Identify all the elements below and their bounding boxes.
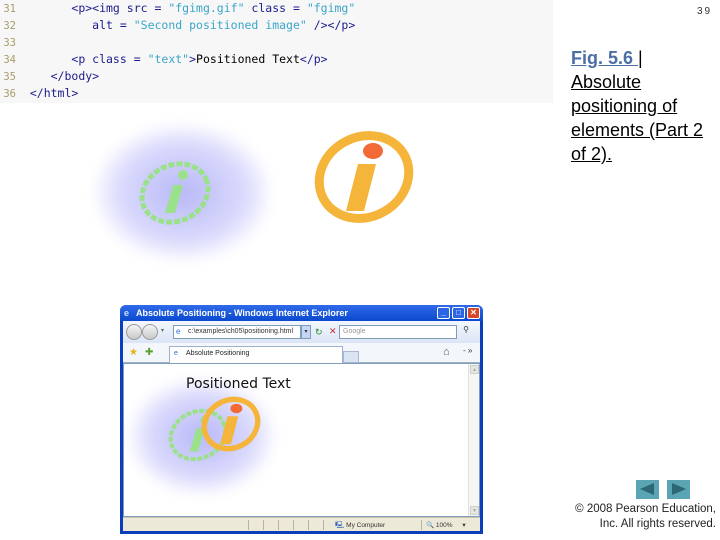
code-token: > xyxy=(189,52,197,66)
code-token: Positioned Text xyxy=(196,52,300,66)
zoom-icon: 🔍 xyxy=(426,522,435,529)
page-icon: e xyxy=(176,327,181,336)
code-token: <p class = xyxy=(71,52,148,66)
search-icon[interactable]: ⚲ xyxy=(459,325,473,339)
line-number: 36 xyxy=(3,88,16,100)
code-line: 31 <p><img src = "fgimg.gif" class = "fg… xyxy=(0,0,355,17)
scroll-up-arrow[interactable]: ▲ xyxy=(470,365,479,374)
copyright-notice: © 2008 Pearson Education, Inc. All right… xyxy=(560,502,716,532)
minimize-button[interactable]: _ xyxy=(437,307,450,319)
home-icon[interactable]: ⌂ xyxy=(443,346,450,358)
tab-absolute-positioning[interactable]: e Absolute Positioning xyxy=(169,346,343,363)
orange-info-icon xyxy=(201,396,261,452)
add-favorites-icon[interactable]: ✚ xyxy=(145,347,153,358)
line-number: 31 xyxy=(3,3,16,15)
back-button[interactable] xyxy=(126,324,142,340)
code-token: "fgimg.gif" xyxy=(168,1,245,15)
code-line: 33 xyxy=(0,34,30,51)
scroll-down-arrow[interactable]: ▼ xyxy=(470,506,479,515)
previous-slide-button[interactable] xyxy=(636,480,659,499)
figure-link[interactable]: Fig. 5.6 xyxy=(571,48,638,68)
code-token: <p><img src = xyxy=(71,1,169,15)
new-tab-button[interactable] xyxy=(343,351,359,363)
zoom-level[interactable]: 🔍 100% ▾ xyxy=(426,521,466,529)
code-token: /></p> xyxy=(306,18,356,32)
figure-caption: Fig. 5.6 | Absolute positioning of eleme… xyxy=(571,46,711,166)
code-token: "Second positioned image" xyxy=(133,18,307,32)
address-value: c:\examples\ch05\positioning.html xyxy=(188,328,294,335)
code-line: 35 </body> xyxy=(0,68,99,85)
arrow-right-icon xyxy=(672,483,686,495)
status-bar: 🖳 My Computer 🔍 100% ▾ xyxy=(123,517,480,531)
computer-icon: 🖳 xyxy=(335,522,345,529)
address-dropdown[interactable]: ▾ xyxy=(301,325,311,339)
browser-body: ▾ e c:\examples\ch05\positioning.html ▾ … xyxy=(123,321,480,531)
tab-bar: ★ ✚ e Absolute Positioning ⌂ - » xyxy=(123,343,480,363)
zoom-dropdown-icon[interactable]: ▾ xyxy=(462,522,465,529)
line-number: 35 xyxy=(3,71,16,83)
forward-button[interactable] xyxy=(142,324,158,340)
vertical-scrollbar[interactable]: ▲ ▼ xyxy=(468,364,479,516)
code-token: "fgimg" xyxy=(306,1,356,15)
line-number: 33 xyxy=(3,37,16,49)
line-number: 32 xyxy=(3,20,16,32)
browser-title-bar[interactable]: e Absolute Positioning - Windows Interne… xyxy=(120,305,483,321)
ie-logo-icon: e xyxy=(124,308,130,318)
code-line: 34 <p class = "text">Positioned Text</p> xyxy=(0,51,328,68)
address-bar-row: ▾ e c:\examples\ch05\positioning.html ▾ … xyxy=(123,321,480,343)
copyright-line-1: © 2008 Pearson Education, xyxy=(575,503,716,515)
maximize-button[interactable]: □ xyxy=(452,307,465,319)
toolbar-more-icon[interactable]: - » xyxy=(463,346,472,355)
line-number: 34 xyxy=(3,54,16,66)
positioned-text: Positioned Text xyxy=(186,376,291,392)
browser-title: Absolute Positioning - Windows Internet … xyxy=(136,308,348,318)
slide-number: 39 xyxy=(697,6,713,17)
code-token: "text" xyxy=(147,52,190,66)
stop-icon[interactable]: ✕ xyxy=(329,326,337,337)
copyright-line-2: Inc. All rights reserved. xyxy=(599,518,716,530)
security-zone[interactable]: 🖳 My Computer xyxy=(335,521,385,532)
zone-label: My Computer xyxy=(346,522,386,529)
code-token: </p> xyxy=(299,52,328,66)
orange-info-icon xyxy=(314,131,414,223)
code-token: class = xyxy=(244,1,307,15)
code-token: alt = xyxy=(92,18,134,32)
zoom-value: 100% xyxy=(435,522,453,529)
favorites-star-icon[interactable]: ★ xyxy=(129,347,138,358)
address-input[interactable]: e c:\examples\ch05\positioning.html xyxy=(173,325,301,339)
code-line: 32 alt = "Second positioned image" /></p… xyxy=(0,17,355,34)
code-token: </html> xyxy=(29,86,79,100)
code-listing: 31 <p><img src = "fgimg.gif" class = "fg… xyxy=(0,0,553,103)
caption-separator: | xyxy=(638,48,643,68)
green-info-icon xyxy=(139,161,211,225)
code-token: </body> xyxy=(50,69,100,83)
page-content: Positioned Text ▲ ▼ xyxy=(123,363,480,517)
next-slide-button[interactable] xyxy=(667,480,690,499)
tab-page-icon: e xyxy=(174,350,178,357)
arrow-left-icon xyxy=(640,483,654,495)
search-input[interactable]: Google xyxy=(339,325,457,339)
close-button[interactable]: ✕ xyxy=(467,307,480,319)
code-line: 36 </html> xyxy=(0,85,78,102)
caption-text: Absolute positioning of elements (Part 2… xyxy=(571,72,704,164)
history-dropdown-icon[interactable]: ▾ xyxy=(161,327,164,334)
browser-window: e Absolute Positioning - Windows Interne… xyxy=(120,305,483,534)
refresh-icon[interactable]: ↻ xyxy=(315,327,323,338)
tab-label: Absolute Positioning xyxy=(186,350,250,357)
